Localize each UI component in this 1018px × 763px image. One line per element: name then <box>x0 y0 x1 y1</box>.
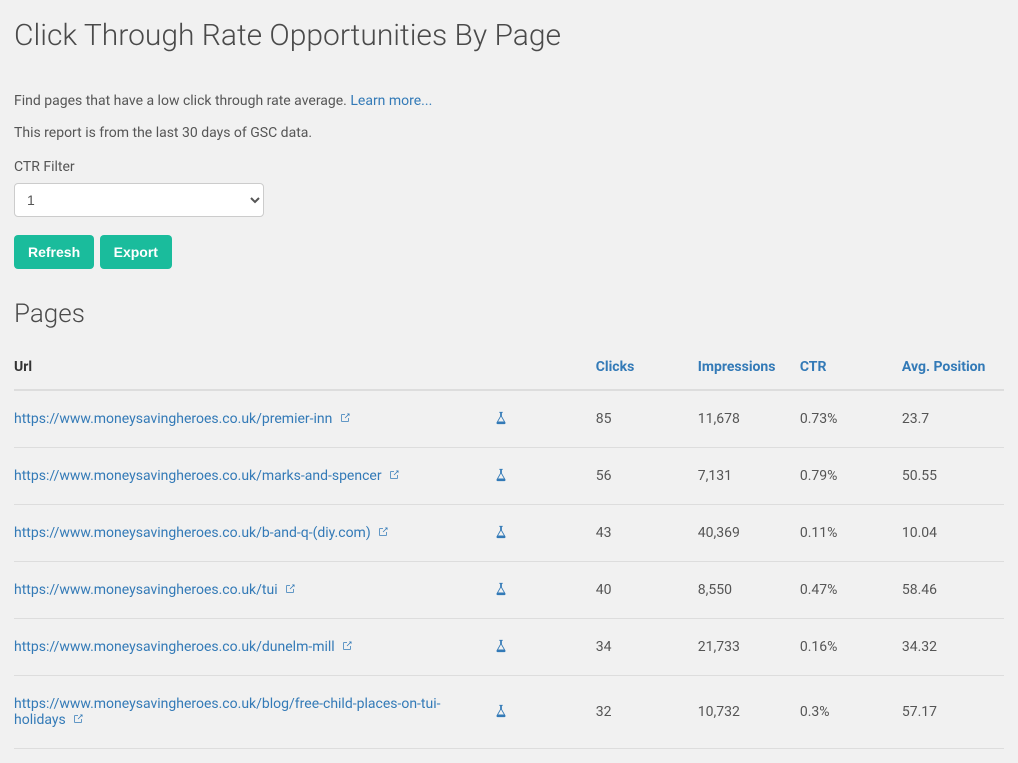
ctr-cell: 0.16% <box>800 619 902 676</box>
position-cell: 10.04 <box>902 505 1004 562</box>
external-link-icon <box>284 583 296 595</box>
page-url-link[interactable]: https://www.moneysavingheroes.co.uk/prem… <box>14 411 351 427</box>
clicks-cell: 40 <box>596 562 698 619</box>
clicks-cell: 85 <box>596 390 698 448</box>
ctr-cell: 0.79% <box>800 448 902 505</box>
url-cell: https://www.moneysavingheroes.co.uk/prem… <box>14 390 494 448</box>
pages-table: Url Clicks Impressions CTR Avg. Position… <box>14 349 1004 749</box>
page-url-link[interactable]: https://www.moneysavingheroes.co.uk/blog… <box>14 696 441 728</box>
external-link-icon <box>388 469 400 481</box>
learn-more-link[interactable]: Learn more... <box>350 93 432 109</box>
impressions-cell: 10,732 <box>698 676 800 749</box>
external-link-icon <box>72 713 84 725</box>
ctr-cell: 0.47% <box>800 562 902 619</box>
flask-icon[interactable] <box>494 525 508 539</box>
clicks-cell: 34 <box>596 619 698 676</box>
impressions-cell: 21,733 <box>698 619 800 676</box>
col-avg-position[interactable]: Avg. Position <box>902 349 1004 390</box>
col-url[interactable]: Url <box>14 349 494 390</box>
refresh-button[interactable]: Refresh <box>14 235 94 269</box>
flask-link[interactable] <box>494 525 508 541</box>
impressions-cell: 11,678 <box>698 390 800 448</box>
flask-icon[interactable] <box>494 704 508 718</box>
table-row: https://www.moneysavingheroes.co.uk/dune… <box>14 619 1004 676</box>
table-row: https://www.moneysavingheroes.co.uk/prem… <box>14 390 1004 448</box>
position-cell: 57.17 <box>902 676 1004 749</box>
flask-cell <box>494 390 596 448</box>
ctr-cell: 0.3% <box>800 676 902 749</box>
flask-link[interactable] <box>494 639 508 655</box>
description: Find pages that have a low click through… <box>14 93 1004 109</box>
flask-link[interactable] <box>494 468 508 484</box>
page-url-link[interactable]: https://www.moneysavingheroes.co.uk/tui <box>14 582 296 598</box>
page-url-link[interactable]: https://www.moneysavingheroes.co.uk/dune… <box>14 639 353 655</box>
flask-icon[interactable] <box>494 411 508 425</box>
col-ctr[interactable]: CTR <box>800 349 902 390</box>
url-cell: https://www.moneysavingheroes.co.uk/dune… <box>14 619 494 676</box>
page-url-link[interactable]: https://www.moneysavingheroes.co.uk/b-an… <box>14 525 389 541</box>
flask-link[interactable] <box>494 704 508 720</box>
col-clicks[interactable]: Clicks <box>596 349 698 390</box>
table-row: https://www.moneysavingheroes.co.uk/tui … <box>14 562 1004 619</box>
position-cell: 58.46 <box>902 562 1004 619</box>
flask-link[interactable] <box>494 411 508 427</box>
ctr-filter-select[interactable]: 1 <box>14 183 264 217</box>
url-cell: https://www.moneysavingheroes.co.uk/mark… <box>14 448 494 505</box>
flask-cell <box>494 448 596 505</box>
report-note: This report is from the last 30 days of … <box>14 125 1004 141</box>
ctr-cell: 0.73% <box>800 390 902 448</box>
col-impressions[interactable]: Impressions <box>698 349 800 390</box>
flask-cell <box>494 676 596 749</box>
impressions-cell: 8,550 <box>698 562 800 619</box>
page-url-link[interactable]: https://www.moneysavingheroes.co.uk/mark… <box>14 468 400 484</box>
position-cell: 34.32 <box>902 619 1004 676</box>
impressions-cell: 40,369 <box>698 505 800 562</box>
external-link-icon <box>341 640 353 652</box>
flask-cell <box>494 619 596 676</box>
external-link-icon <box>339 412 351 424</box>
page-title: Click Through Rate Opportunities By Page <box>14 18 1004 53</box>
clicks-cell: 43 <box>596 505 698 562</box>
pages-heading: Pages <box>14 299 1004 329</box>
clicks-cell: 56 <box>596 448 698 505</box>
ctr-filter-label: CTR Filter <box>14 159 1004 175</box>
ctr-cell: 0.11% <box>800 505 902 562</box>
flask-icon[interactable] <box>494 582 508 596</box>
table-row: https://www.moneysavingheroes.co.uk/mark… <box>14 448 1004 505</box>
flask-icon[interactable] <box>494 639 508 653</box>
url-cell: https://www.moneysavingheroes.co.uk/b-an… <box>14 505 494 562</box>
flask-icon[interactable] <box>494 468 508 482</box>
clicks-cell: 32 <box>596 676 698 749</box>
flask-cell <box>494 562 596 619</box>
external-link-icon <box>377 526 389 538</box>
table-row: https://www.moneysavingheroes.co.uk/b-an… <box>14 505 1004 562</box>
export-button[interactable]: Export <box>100 235 172 269</box>
url-cell: https://www.moneysavingheroes.co.uk/blog… <box>14 676 494 749</box>
table-row: https://www.moneysavingheroes.co.uk/blog… <box>14 676 1004 749</box>
flask-cell <box>494 505 596 562</box>
impressions-cell: 7,131 <box>698 448 800 505</box>
position-cell: 23.7 <box>902 390 1004 448</box>
position-cell: 50.55 <box>902 448 1004 505</box>
url-cell: https://www.moneysavingheroes.co.uk/tui <box>14 562 494 619</box>
flask-link[interactable] <box>494 582 508 598</box>
col-flask <box>494 349 596 390</box>
description-text: Find pages that have a low click through… <box>14 93 350 109</box>
